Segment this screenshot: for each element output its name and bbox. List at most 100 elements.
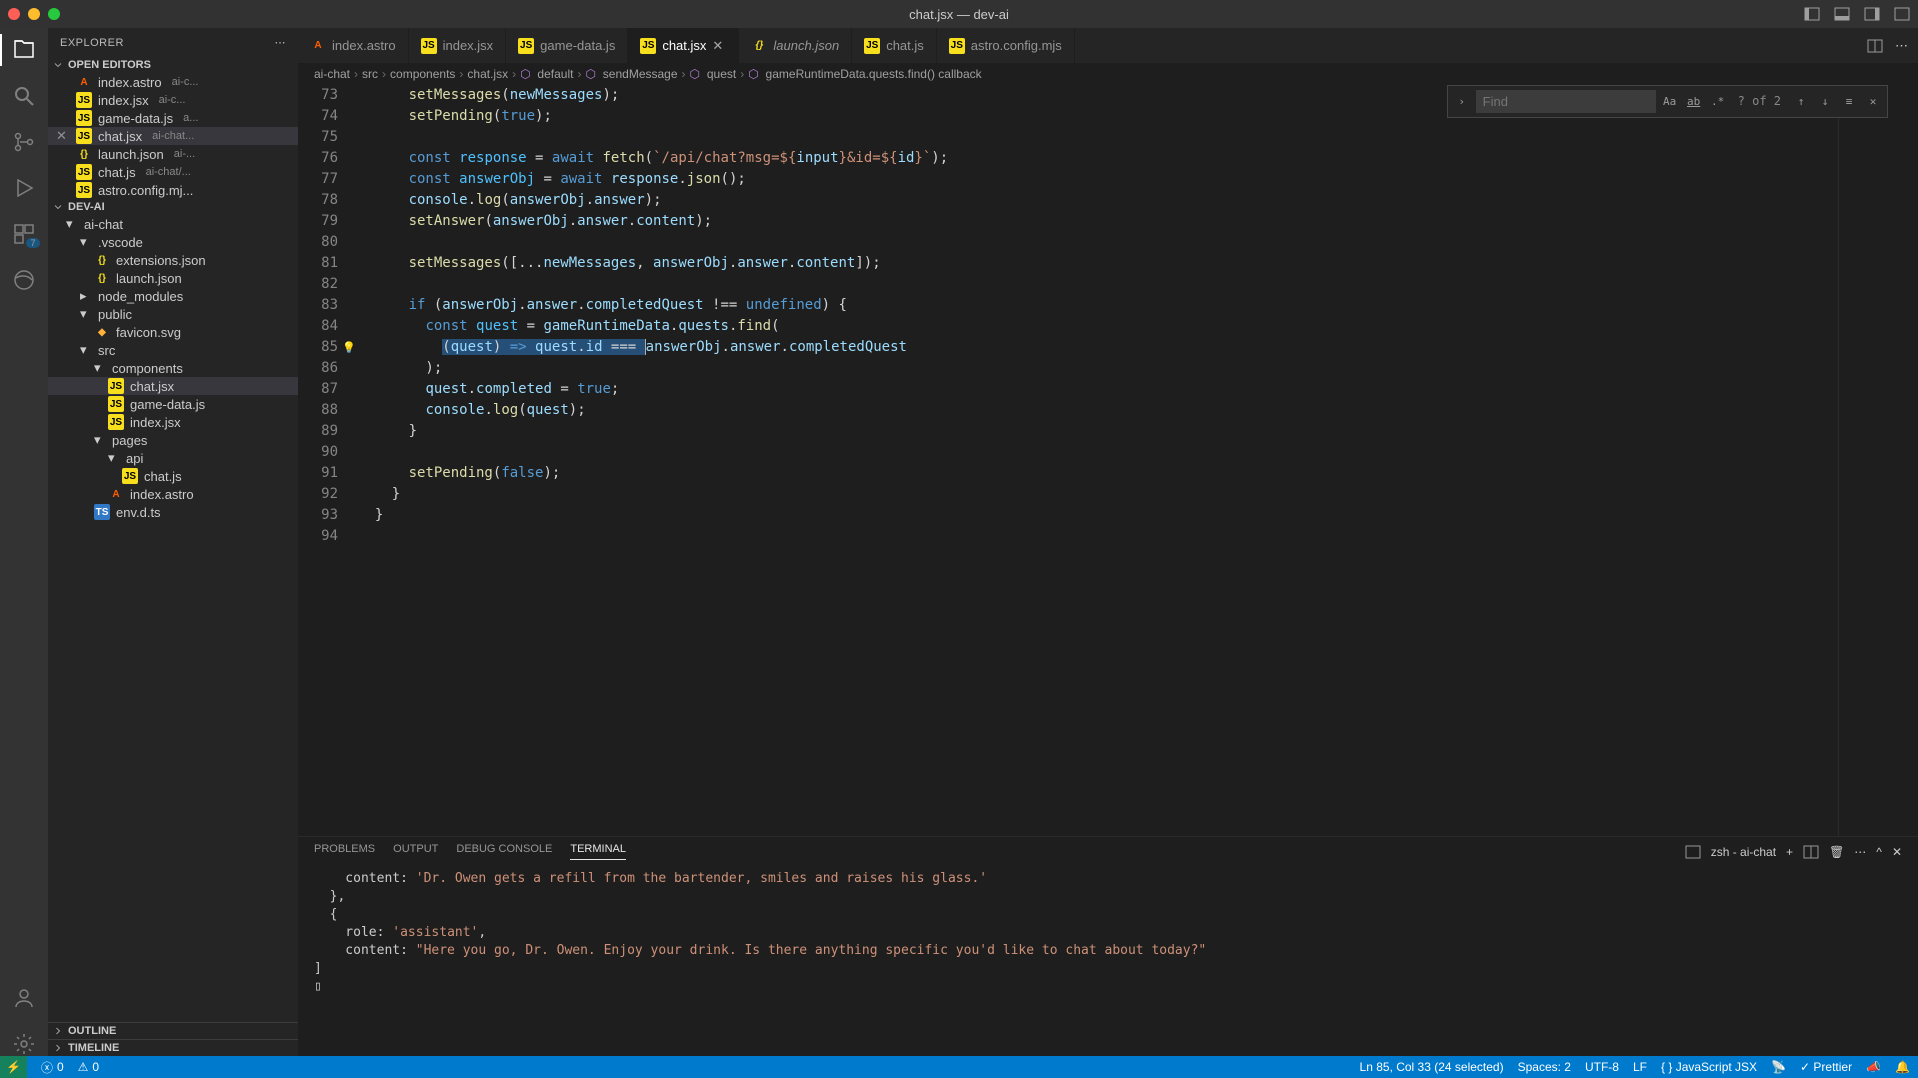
tab-chat-js[interactable]: JSchat.js	[852, 28, 937, 63]
folder-item[interactable]: ▸ node_modules	[48, 287, 298, 305]
terminal-profile-icon[interactable]	[1685, 844, 1701, 860]
terminal-output[interactable]: content: 'Dr. Owen gets a refill from th…	[298, 866, 1918, 1056]
folder-item[interactable]: ▾ pages	[48, 431, 298, 449]
code-line[interactable]: if (answerObj.answer.completedQuest !== …	[358, 295, 1838, 316]
close-icon[interactable]: ✕	[1863, 92, 1883, 112]
go-live-icon[interactable]: 📡	[1771, 1060, 1786, 1074]
tab-index-jsx[interactable]: JSindex.jsx	[409, 28, 507, 63]
panel-bottom-icon[interactable]	[1834, 6, 1850, 22]
source-control-icon[interactable]	[12, 130, 36, 154]
file-item[interactable]: {} extensions.json	[48, 251, 298, 269]
breadcrumb-item[interactable]: ⬡ gameRuntimeData.quests.find() callback	[748, 67, 981, 81]
explorer-icon[interactable]	[12, 38, 36, 62]
close-icon[interactable]: ✕	[712, 38, 726, 54]
minimap[interactable]	[1838, 85, 1918, 836]
timeline-header[interactable]: TIMELINE	[48, 1039, 298, 1056]
folder-item[interactable]: ▾ public	[48, 305, 298, 323]
layout-icon[interactable]	[1894, 6, 1910, 22]
more-icon[interactable]: ⋯	[1895, 38, 1908, 54]
breadcrumb-item[interactable]: chat.jsx	[467, 67, 508, 81]
match-case-icon[interactable]: Aa	[1660, 92, 1680, 112]
code-line[interactable]: console.log(quest);	[358, 400, 1838, 421]
breadcrumb-item[interactable]: components	[390, 67, 455, 81]
remote-icon[interactable]: ⚡	[0, 1056, 27, 1078]
code-line[interactable]	[358, 274, 1838, 295]
find-input[interactable]	[1476, 90, 1656, 113]
file-item[interactable]: JS index.jsx	[48, 413, 298, 431]
whole-word-icon[interactable]: ab	[1684, 92, 1704, 112]
split-editor-icon[interactable]	[1867, 38, 1883, 54]
file-item[interactable]: A index.astro	[48, 485, 298, 503]
panel-tab-problems[interactable]: PROBLEMS	[314, 843, 375, 860]
selection-icon[interactable]: ≡	[1839, 92, 1859, 112]
panel-left-icon[interactable]	[1804, 6, 1820, 22]
tab-game-data-js[interactable]: JSgame-data.js	[506, 28, 628, 63]
cursor-position[interactable]: Ln 85, Col 33 (24 selected)	[1360, 1060, 1504, 1074]
trash-icon[interactable]: 🗑	[1829, 845, 1844, 859]
folder-item[interactable]: ▾ ai-chat	[48, 215, 298, 233]
prev-match-icon[interactable]: ↑	[1791, 92, 1811, 112]
code-line[interactable]: const quest = gameRuntimeData.quests.fin…	[358, 316, 1838, 337]
maximize-window-icon[interactable]	[48, 8, 60, 20]
panel-tab-output[interactable]: OUTPUT	[393, 843, 438, 860]
lang-item[interactable]: { } JavaScript JSX	[1661, 1060, 1757, 1074]
code-line[interactable]: quest.completed = true;	[358, 379, 1838, 400]
folder-item[interactable]: ▾ api	[48, 449, 298, 467]
indent-item[interactable]: Spaces: 2	[1518, 1060, 1571, 1074]
folder-item[interactable]: ▾ .vscode	[48, 233, 298, 251]
extensions-icon[interactable]: 7	[12, 222, 36, 246]
encoding-item[interactable]: UTF-8	[1585, 1060, 1619, 1074]
code-line[interactable]: setAnswer(answerObj.answer.content);	[358, 211, 1838, 232]
eol-item[interactable]: LF	[1633, 1060, 1647, 1074]
code-line[interactable]	[358, 526, 1838, 547]
more-icon[interactable]: ⋯	[1854, 845, 1866, 859]
open-editor-item[interactable]: JSindex.jsxai-c...	[48, 91, 298, 109]
code-line[interactable]: const answerObj = await response.json();	[358, 169, 1838, 190]
breadcrumb-item[interactable]: ⬡ quest	[690, 67, 737, 81]
bell-icon[interactable]: 🔔	[1895, 1060, 1910, 1074]
open-editor-item[interactable]: JSastro.config.mj...	[48, 181, 298, 199]
folder-item[interactable]: ▾ components	[48, 359, 298, 377]
feedback-icon[interactable]: 📣	[1866, 1060, 1881, 1074]
terminal-shell-label[interactable]: zsh - ai-chat	[1711, 845, 1776, 859]
open-editor-item[interactable]: ✕ JSchat.jsxai-chat...	[48, 127, 298, 145]
file-item[interactable]: JS chat.jsx	[48, 377, 298, 395]
panel-right-icon[interactable]	[1864, 6, 1880, 22]
breadcrumb-item[interactable]: src	[362, 67, 378, 81]
next-match-icon[interactable]: ↓	[1815, 92, 1835, 112]
tab-astro-config-mjs[interactable]: JSastro.config.mjs	[937, 28, 1075, 63]
code-line[interactable]: );	[358, 358, 1838, 379]
outline-header[interactable]: OUTLINE	[48, 1022, 298, 1039]
find-expand-icon[interactable]: ›	[1452, 92, 1472, 112]
edge-icon[interactable]	[12, 268, 36, 292]
code-line[interactable]	[358, 127, 1838, 148]
code-line[interactable]: setMessages([...newMessages, answerObj.a…	[358, 253, 1838, 274]
open-editor-item[interactable]: {}launch.jsonai-...	[48, 145, 298, 163]
open-editor-item[interactable]: JSchat.jsai-chat/...	[48, 163, 298, 181]
close-window-icon[interactable]	[8, 8, 20, 20]
code-line[interactable]: }	[358, 421, 1838, 442]
panel-tab-terminal[interactable]: TERMINAL	[570, 843, 626, 860]
folder-item[interactable]: ▾ src	[48, 341, 298, 359]
file-item[interactable]: JS game-data.js	[48, 395, 298, 413]
account-icon[interactable]	[12, 986, 36, 1010]
panel-tab-debug-console[interactable]: DEBUG CONSOLE	[456, 843, 552, 860]
file-item[interactable]: {} launch.json	[48, 269, 298, 287]
maximize-panel-icon[interactable]: ^	[1876, 845, 1882, 859]
tab-index-astro[interactable]: Aindex.astro	[298, 28, 409, 63]
new-terminal-icon[interactable]: +	[1786, 845, 1793, 859]
regex-icon[interactable]: .*	[1708, 92, 1728, 112]
minimize-window-icon[interactable]	[28, 8, 40, 20]
code-line[interactable]	[358, 232, 1838, 253]
debug-icon[interactable]	[12, 176, 36, 200]
gear-icon[interactable]	[12, 1032, 36, 1056]
open-editor-item[interactable]: Aindex.astroai-c...	[48, 73, 298, 91]
file-item[interactable]: TS env.d.ts	[48, 503, 298, 521]
warnings-item[interactable]: ⚠ 0	[78, 1060, 99, 1074]
code-line[interactable]	[358, 442, 1838, 463]
tab-launch-json[interactable]: {}launch.json	[739, 28, 852, 63]
close-icon[interactable]: ✕	[56, 128, 70, 144]
code-line[interactable]: }	[358, 484, 1838, 505]
code-line[interactable]: setPending(false);	[358, 463, 1838, 484]
open-editors-header[interactable]: OPEN EDITORS	[48, 57, 298, 73]
